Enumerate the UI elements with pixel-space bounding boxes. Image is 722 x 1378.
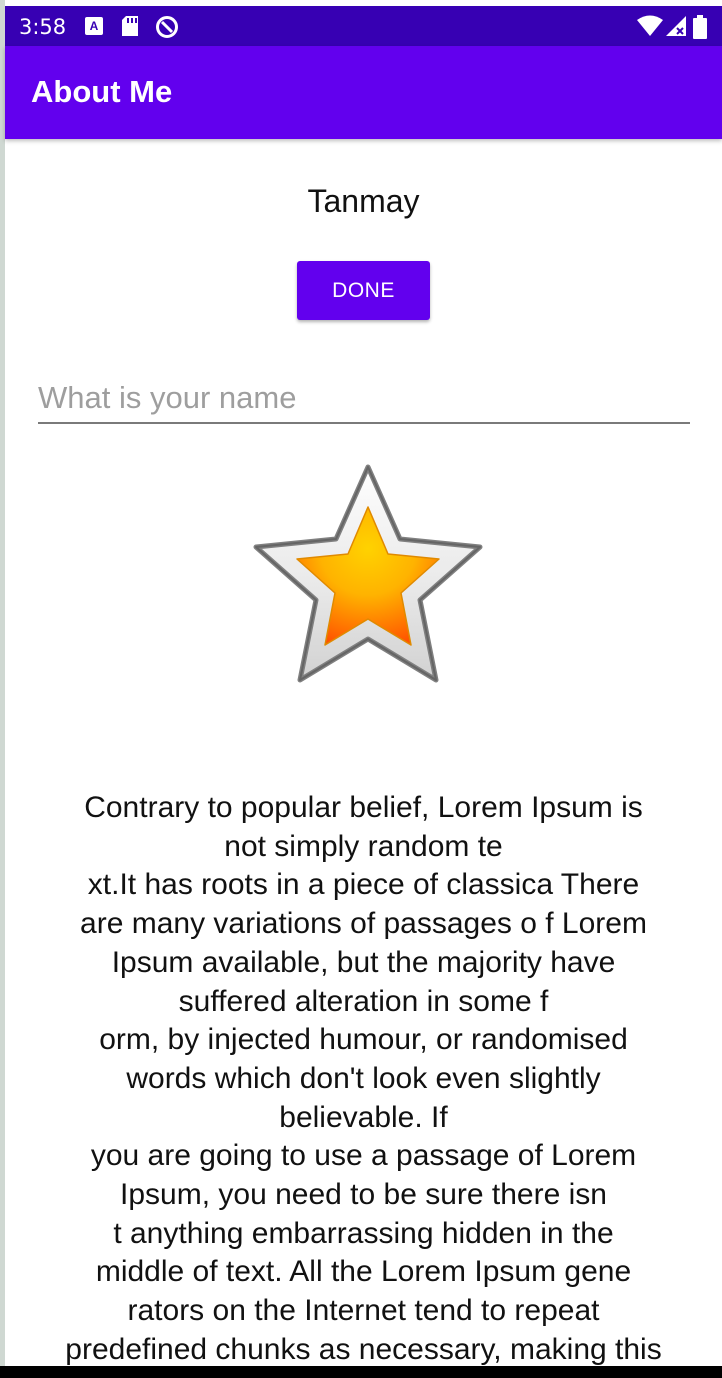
bio-line: middle of text. All the Lorem Ipsum gene <box>95 1255 632 1289</box>
bio-text: Contrary to popular belief, Lorem Ipsum … <box>40 789 687 1366</box>
star-icon <box>253 464 483 683</box>
bio-line: Ipsum, you need to be sure there isn <box>120 1178 607 1212</box>
cell-signal-icon <box>666 16 686 36</box>
app-title: About Me <box>31 74 173 109</box>
main-content[interactable]: Tanmay DONE Contrary to <box>5 139 722 1366</box>
star-image <box>248 461 488 696</box>
bio-line: are many variations of passages o f Lore… <box>80 907 647 941</box>
bio-line: Contrary to popular belief, Lorem Ipsum … <box>84 791 643 824</box>
navigation-bar <box>0 1366 722 1378</box>
bio-line: rators on the Internet tend to repeat <box>127 1294 600 1328</box>
bio-line: suffered alteration in some f <box>178 984 549 1018</box>
keyboard-a-icon: A <box>85 17 103 35</box>
bio-line: xt.It has roots in a piece of classica T… <box>87 868 640 902</box>
bio-line: predefined chunks as necessary, making t… <box>65 1332 662 1366</box>
bio-line: believable. If <box>279 1100 448 1134</box>
status-time: 3:58 <box>19 15 67 39</box>
status-bar: 3:58 A <box>5 6 722 46</box>
bio-line: not simply random te <box>224 829 503 863</box>
bio-line: orm, by injected humour, or randomised <box>99 1023 628 1057</box>
done-button[interactable]: DONE <box>297 261 430 320</box>
nickname-text: Tanmay <box>307 183 420 219</box>
bio-line: Ipsum available, but the majority have <box>111 945 616 979</box>
sd-card-icon <box>122 16 138 36</box>
bio-line: t anything embarrassing hidden in the <box>113 1216 614 1250</box>
wifi-icon <box>637 15 663 36</box>
svg-text:A: A <box>90 19 99 33</box>
battery-icon <box>693 15 707 39</box>
app-bar: About Me <box>5 46 722 139</box>
name-input[interactable] <box>38 374 690 424</box>
bio-line: words which don't look even slightly <box>126 1061 601 1095</box>
data-saver-icon <box>156 16 178 38</box>
bio-line: you are going to use a passage of Lorem <box>90 1139 637 1173</box>
